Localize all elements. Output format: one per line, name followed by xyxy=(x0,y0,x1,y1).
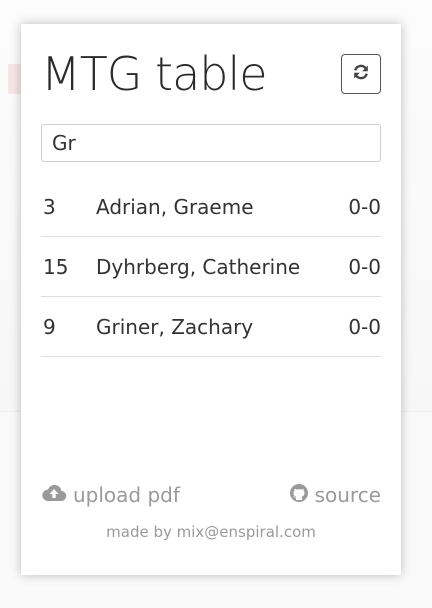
player-row[interactable]: 15 Dyhrberg, Catherine 0-0 xyxy=(41,237,381,297)
upload-pdf-link[interactable]: upload pdf xyxy=(41,483,180,508)
footer-links: upload pdf source xyxy=(41,479,381,511)
page-title: MTG table xyxy=(41,47,268,101)
credit-text: made by mix@enspiral.com xyxy=(106,523,316,541)
player-record: 0-0 xyxy=(348,194,381,219)
player-row[interactable]: 3 Adrian, Graeme 0-0 xyxy=(41,177,381,237)
player-list: 3 Adrian, Graeme 0-0 15 Dyhrberg, Cather… xyxy=(41,177,381,357)
player-name: Dyhrberg, Catherine xyxy=(96,254,301,279)
search-input[interactable] xyxy=(41,124,381,162)
refresh-icon xyxy=(351,62,371,86)
player-row[interactable]: 9 Griner, Zachary 0-0 xyxy=(41,297,381,357)
player-seat: 9 xyxy=(43,314,56,339)
upload-pdf-label: upload pdf xyxy=(73,483,180,507)
player-seat: 15 xyxy=(43,254,69,279)
cloud-upload-icon xyxy=(41,483,67,508)
player-name: Adrian, Graeme xyxy=(96,194,254,219)
main-card: MTG table 3 Adrian, Graeme 0-0 15 Dyhrbe… xyxy=(21,24,401,575)
footer: upload pdf source made by mix@enspiral.c… xyxy=(41,479,381,541)
source-link[interactable]: source xyxy=(289,483,381,508)
player-name: Griner, Zachary xyxy=(96,314,254,339)
refresh-button[interactable] xyxy=(341,54,381,94)
header: MTG table xyxy=(41,44,381,104)
player-record: 0-0 xyxy=(348,254,381,279)
player-record: 0-0 xyxy=(348,314,381,339)
github-icon xyxy=(289,483,309,508)
source-label: source xyxy=(314,483,381,507)
player-seat: 3 xyxy=(43,194,56,219)
